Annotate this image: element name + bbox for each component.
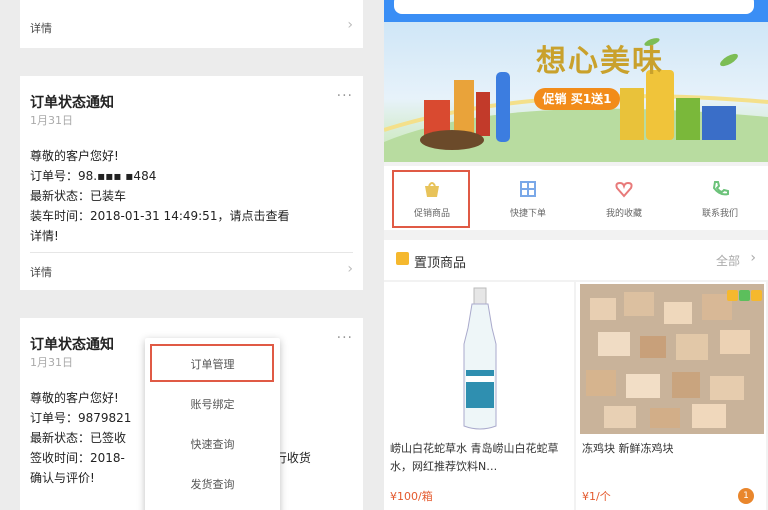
- message-card[interactable]: 详情 ›: [20, 0, 363, 48]
- quick-nav: 促销商品 快捷下单 我的收藏 联系我们: [384, 166, 768, 230]
- promo-banner[interactable]: 想心美味 促销 买1送1: [384, 22, 768, 162]
- card-divider: [30, 252, 353, 253]
- search-input[interactable]: [394, 0, 754, 14]
- card-date: 1月31日: [30, 356, 73, 369]
- pin-icon: [396, 252, 409, 265]
- greeting-text: 尊敬的客户您好!: [30, 149, 119, 163]
- tag-icon: [751, 290, 762, 301]
- nav-item-favorites[interactable]: 我的收藏: [576, 166, 672, 230]
- load-time: 装车时间：2018-01-31 14:49:51，请点击查看: [30, 209, 290, 223]
- section-header: 置顶商品 全部 ›: [384, 240, 768, 280]
- product-name: 崂山白花蛇草水 青岛崂山白花蛇草水，网红推荐饮料N…: [390, 442, 559, 473]
- tag-icon: [727, 290, 738, 301]
- message-card[interactable]: 订单状态通知 1月31日 ··· 尊敬的客户您好! 订单号：98.▪▪▪ ▪48…: [20, 76, 363, 290]
- banner-pill: 促销 买1送1: [534, 88, 620, 110]
- grid-icon: [520, 181, 536, 197]
- product-card[interactable]: 冻鸡块 新鲜冻鸡块 ¥1/个 1: [576, 282, 766, 510]
- chevron-right-icon: ›: [347, 261, 353, 277]
- nav-item-contact[interactable]: 联系我们: [672, 166, 768, 230]
- product-tags: [726, 286, 762, 305]
- menu-item-order-management[interactable]: 订单管理: [145, 356, 280, 372]
- nav-label: 我的收藏: [605, 209, 642, 219]
- card-title: 订单状态通知: [30, 337, 114, 353]
- nav-item-quick-order[interactable]: 快捷下单: [480, 166, 576, 230]
- order-number: 订单号：98.▪▪▪ ▪484: [30, 169, 157, 183]
- card-detail-link[interactable]: 详情: [30, 20, 52, 36]
- menu-item-shipping-query[interactable]: 发货查询: [145, 476, 280, 492]
- product-card[interactable]: 崂山白花蛇草水 青岛崂山白花蛇草水，网红推荐饮料N… ¥100/箱: [384, 282, 574, 510]
- product-image: [580, 284, 764, 434]
- product-price: ¥1/个: [582, 490, 611, 503]
- nav-label: 快捷下单: [509, 209, 546, 219]
- banner-headline: 想心美味: [536, 44, 664, 79]
- chevron-right-icon: ›: [347, 17, 353, 33]
- latest-status: 最新状态：已装车: [30, 189, 127, 203]
- popup-menu: 订单管理 账号绑定 快速查询 发货查询: [145, 338, 280, 510]
- view-all-link[interactable]: 全部: [716, 252, 740, 269]
- tag-icon: [739, 290, 750, 301]
- product-image: [388, 284, 572, 434]
- heart-icon: [615, 181, 633, 198]
- product-price: ¥100/箱: [390, 490, 433, 503]
- more-icon[interactable]: ···: [337, 330, 353, 346]
- cart-badge[interactable]: 1: [738, 488, 754, 504]
- message-list: 详情 › 订单状态通知 1月31日 ··· 尊敬的客户您好! 订单号：98.▪▪…: [0, 0, 380, 510]
- product-name: 冻鸡块 新鲜冻鸡块: [582, 442, 674, 455]
- load-time-tail: 详情!: [30, 229, 59, 243]
- nav-item-promotions[interactable]: 促销商品: [384, 166, 480, 230]
- menu-item-account-binding[interactable]: 账号绑定: [145, 396, 280, 412]
- card-body: 尊敬的客户您好! 订单号：98.▪▪▪ ▪484 最新状态：已装车 装车时间：2…: [30, 146, 355, 246]
- highlight-box: [392, 170, 470, 228]
- chevron-right-icon[interactable]: ›: [750, 250, 756, 266]
- store-page: 想心美味 促销 买1送1 促销商品 快捷下单 我的收藏 联系我们 置顶商品 全部…: [384, 0, 768, 510]
- nav-label: 联系我们: [701, 209, 738, 219]
- card-date: 1月31日: [30, 114, 73, 127]
- section-title: 置顶商品: [414, 256, 467, 271]
- more-icon[interactable]: ···: [337, 88, 353, 104]
- search-bar: [384, 0, 768, 22]
- card-detail-link[interactable]: 详情: [30, 264, 52, 280]
- card-title: 订单状态通知: [30, 95, 114, 111]
- phone-icon: [712, 181, 729, 196]
- menu-item-quick-query[interactable]: 快速查询: [145, 436, 280, 452]
